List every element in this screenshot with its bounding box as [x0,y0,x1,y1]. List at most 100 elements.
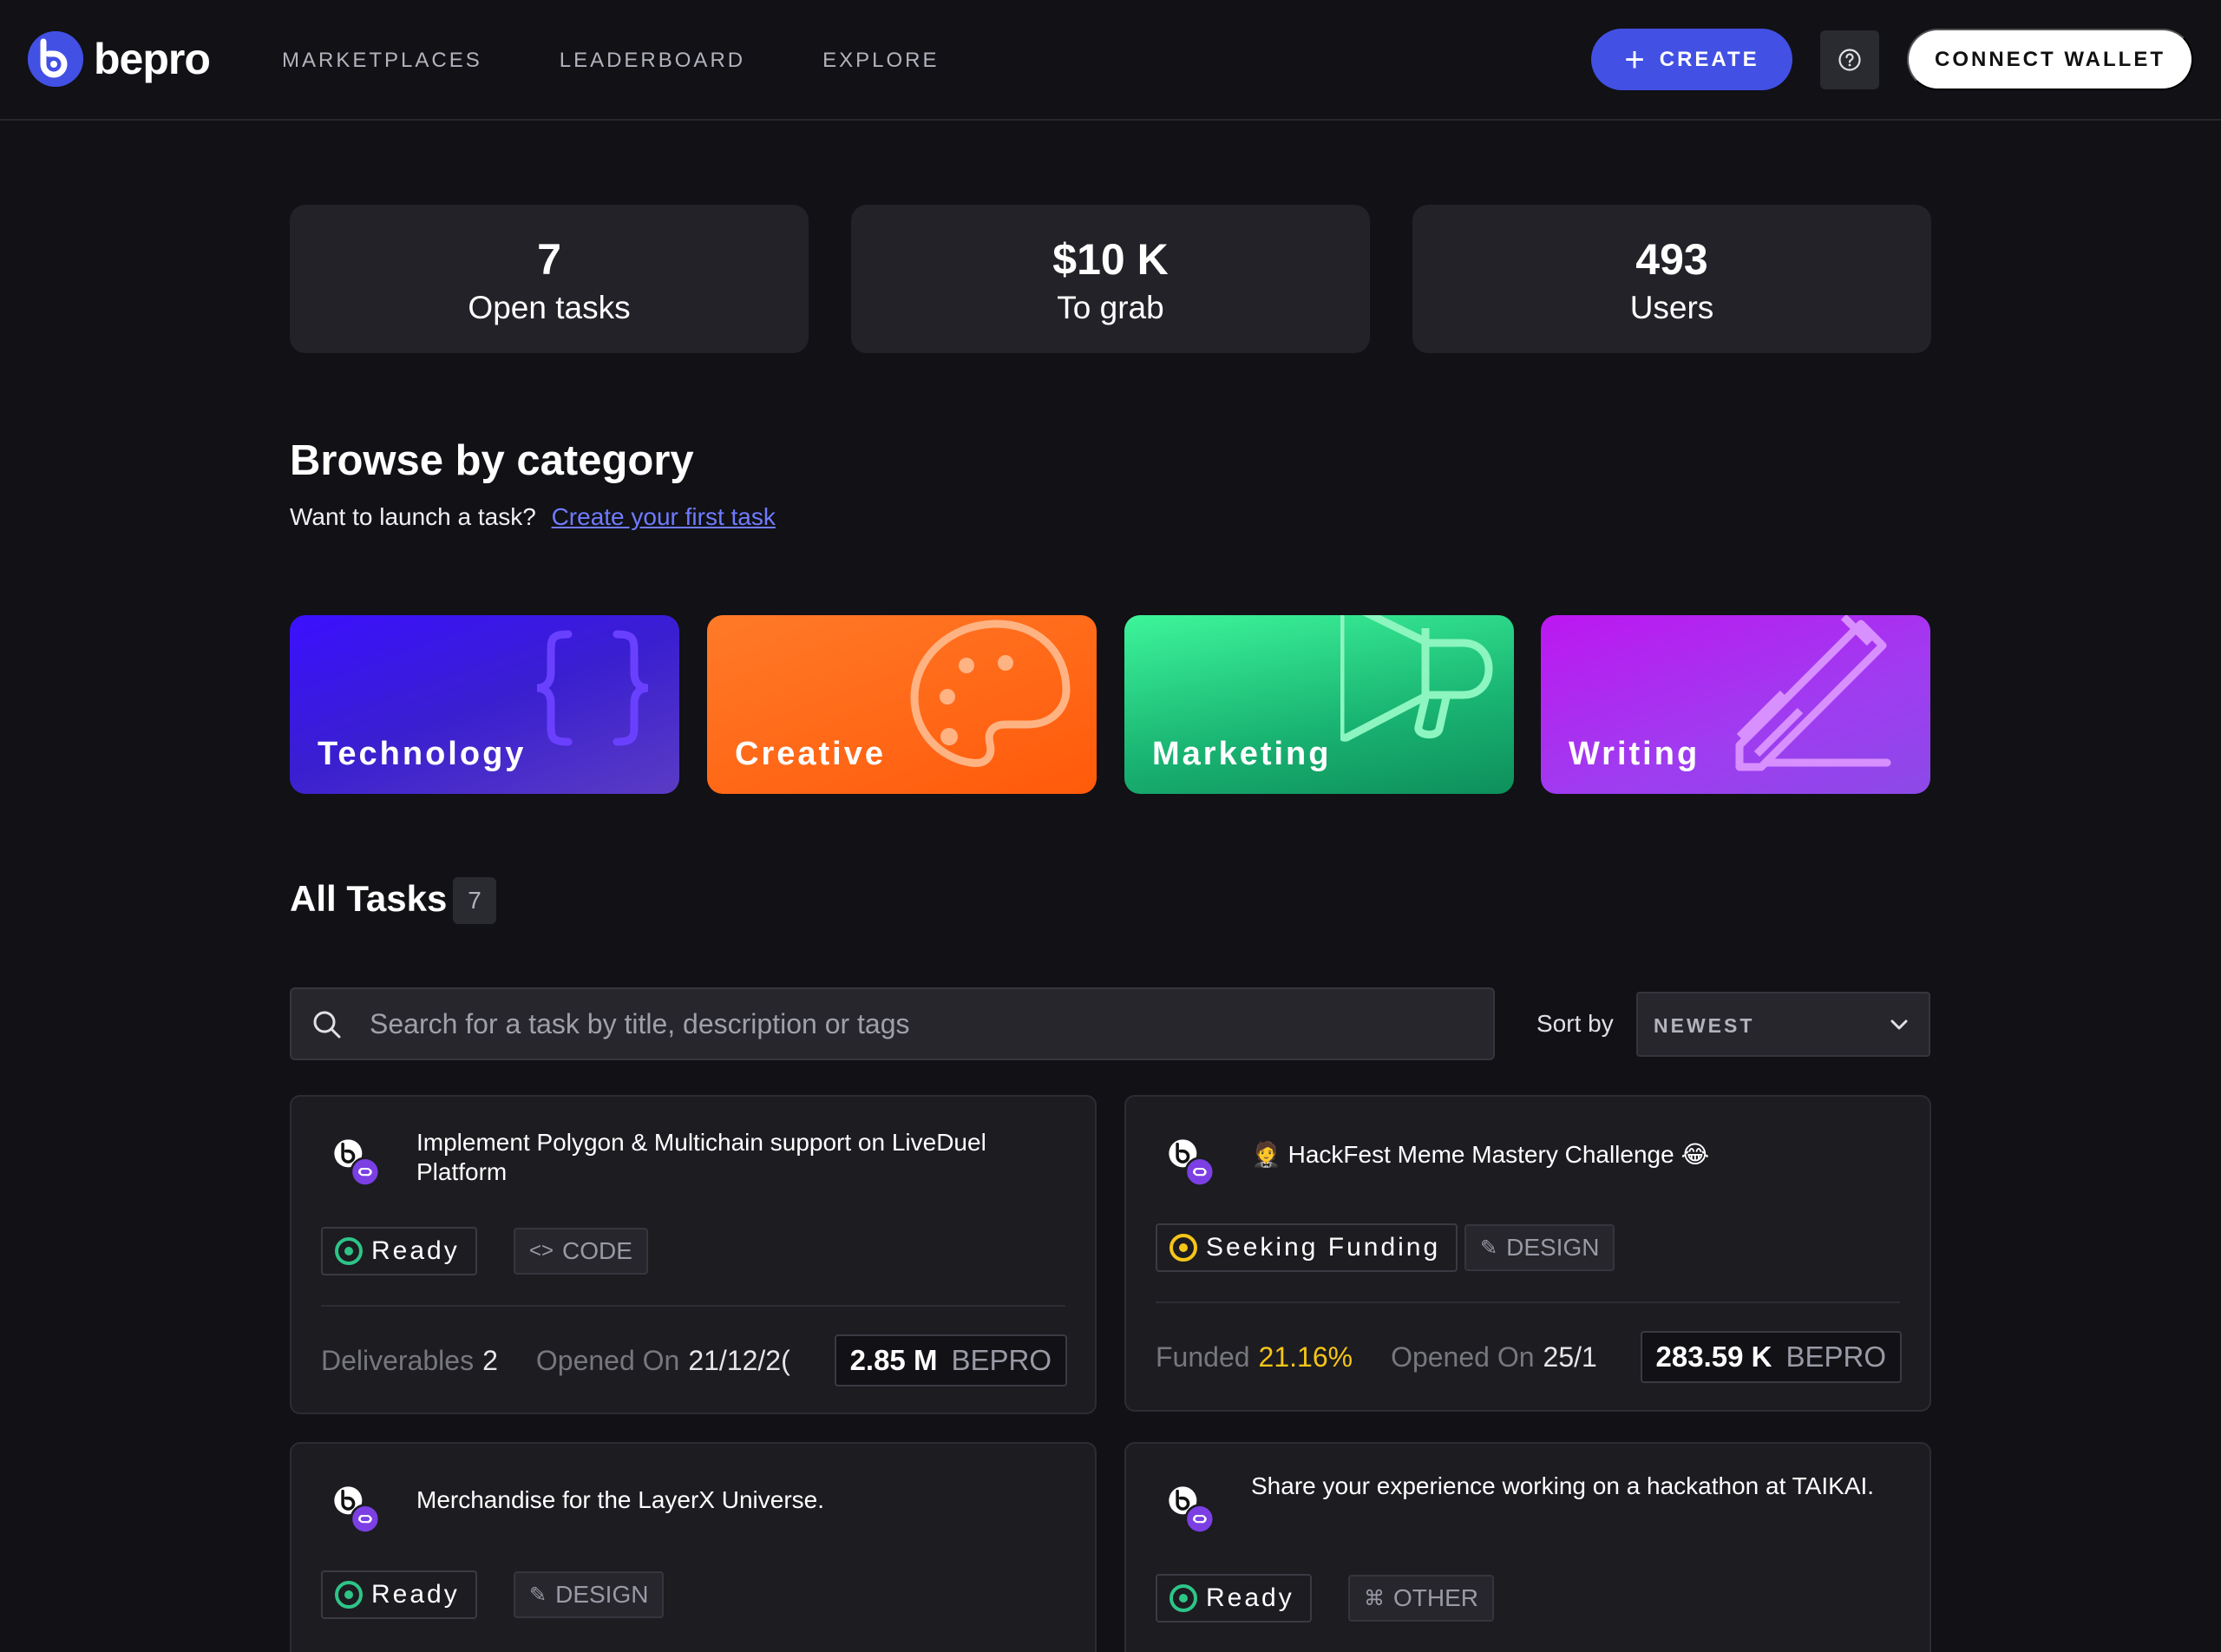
task-card[interactable]: Share your experience working on a hacka… [1124,1442,1931,1652]
connect-wallet-button[interactable]: CONNECT WALLET [1907,29,2193,90]
bepro-avatar-icon [334,1486,381,1534]
sort-select[interactable]: NEWEST [1636,992,1930,1057]
deliverables-label: Deliverables [321,1345,475,1376]
nav-marketplaces[interactable]: MARKETPLACES [282,49,482,73]
tag-badge: ✎ DESIGN [514,1571,665,1618]
amount-value: 283.59 K [1655,1341,1772,1373]
stat-value: $10 K [1052,235,1169,284]
funded-value: 21.16% [1258,1341,1353,1373]
task-card[interactable]: 🤵 HackFest Meme Mastery Challenge 😂 Seek… [1124,1095,1931,1412]
stat-value: 493 [1635,235,1708,284]
main-nav: MARKETPLACES LEADERBOARD EXPLORE [282,49,1017,73]
status-dot-icon [1169,1234,1197,1262]
search-input[interactable] [370,989,1480,1059]
reward-amount: 283.59 K BEPRO [1640,1331,1902,1383]
tag-badge: <> CODE [514,1228,648,1275]
status-dot-icon [1169,1584,1197,1612]
nav-explore[interactable]: EXPLORE [822,49,939,73]
pen-icon: ✎ [529,1583,547,1607]
status-dot-icon [335,1237,363,1265]
tag-label: CODE [562,1237,632,1264]
divider [1156,1301,1900,1303]
bepro-avatar-icon [1169,1486,1215,1534]
tag-badge: ⌘ OTHER [1348,1575,1494,1622]
create-first-task-link[interactable]: Create your first task [552,503,776,530]
amount-currency: BEPRO [1785,1341,1886,1373]
category-marketing[interactable]: Marketing [1124,615,1514,794]
category-writing[interactable]: Writing [1541,615,1930,794]
browse-title: Browse by category [290,437,694,484]
category-label: Technology [318,736,527,772]
task-search [290,987,1495,1060]
opened-value: 25/1 [1543,1341,1597,1373]
browse-prompt: Want to launch a task? [290,503,536,530]
task-count-badge: 7 [453,877,496,924]
code-icon: <> [529,1239,554,1262]
status-badge: Ready [321,1570,477,1619]
bepro-logo-icon [28,31,83,87]
stat-value: 7 [537,235,561,284]
task-card[interactable]: Merchandise for the LayerX Universe. Rea… [290,1442,1097,1652]
task-title[interactable]: Merchandise for the LayerX Universe. [416,1485,1058,1515]
tag-label: DESIGN [1506,1234,1600,1261]
opened-value: 21/12/2( [688,1345,790,1376]
deliverables-value: 2 [482,1345,498,1376]
stat-open-tasks: 7 Open tasks [290,205,809,353]
stat-label: To grab [1057,290,1164,325]
stat-label: Open tasks [468,290,631,325]
search-icon [313,1011,341,1039]
stat-label: Users [1629,290,1714,325]
chevron-down-icon [1890,1019,1908,1030]
braces-icon [536,630,649,746]
task-title[interactable]: Implement Polygon & Multichain support o… [416,1128,1058,1187]
status-text: Ready [371,1580,460,1609]
status-text: Ready [371,1236,460,1265]
tag-badge: ✎ DESIGN [1464,1224,1615,1271]
task-meta: Funded 21.16% Opened On 25/1 [1156,1341,1597,1373]
sort-value: NEWEST [1654,1014,1755,1037]
megaphone-icon [1340,615,1493,742]
stat-users: 493 Users [1412,205,1931,353]
palette-icon [910,620,1071,767]
all-tasks-title: All Tasks [290,878,448,919]
task-card[interactable]: Implement Polygon & Multichain support o… [290,1095,1097,1414]
divider [321,1305,1065,1307]
create-label: CREATE [1659,47,1759,71]
task-title[interactable]: Share your experience working on a hacka… [1251,1472,1893,1501]
status-badge: Ready [1156,1574,1312,1622]
tag-label: DESIGN [555,1581,649,1608]
stat-to-grab: $10 K To grab [851,205,1370,353]
create-button[interactable]: + CREATE [1591,29,1792,90]
amount-value: 2.85 M [849,1344,938,1376]
task-title[interactable]: 🤵 HackFest Meme Mastery Challenge 😂 [1251,1140,1893,1170]
command-icon: ⌘ [1364,1586,1385,1610]
status-text: Seeking Funding [1206,1233,1441,1262]
funded-label: Funded [1156,1341,1250,1373]
category-technology[interactable]: Technology [290,615,679,794]
task-meta: Deliverables 2 Opened On 21/12/2( [321,1345,790,1377]
category-label: Marketing [1152,736,1332,772]
nav-leaderboard[interactable]: LEADERBOARD [560,49,745,73]
category-creative[interactable]: Creative [707,615,1097,794]
amount-currency: BEPRO [951,1344,1052,1376]
tag-label: OTHER [1393,1584,1478,1611]
bepro-avatar-icon [334,1139,381,1187]
category-label: Writing [1569,736,1700,772]
pen-icon: ✎ [1480,1236,1498,1260]
opened-label: Opened On [535,1345,680,1376]
question-icon [1838,49,1861,71]
logo-text: bepro [94,35,211,83]
browse-subtitle: Want to launch a task? Create your first… [290,503,776,531]
help-button[interactable] [1820,30,1879,89]
plus-icon: + [1624,40,1648,79]
opened-label: Opened On [1391,1341,1535,1373]
status-badge: Ready [321,1227,477,1275]
status-text: Ready [1206,1583,1294,1612]
sort-label: Sort by [1536,1010,1614,1037]
pencil-icon [1735,615,1891,771]
status-dot-icon [335,1581,363,1609]
reward-amount: 2.85 M BEPRO [834,1334,1067,1386]
category-label: Creative [735,736,886,772]
bepro-logo[interactable]: bepro [28,31,211,87]
top-navbar: bepro MARKETPLACES LEADERBOARD EXPLORE +… [0,0,2221,121]
